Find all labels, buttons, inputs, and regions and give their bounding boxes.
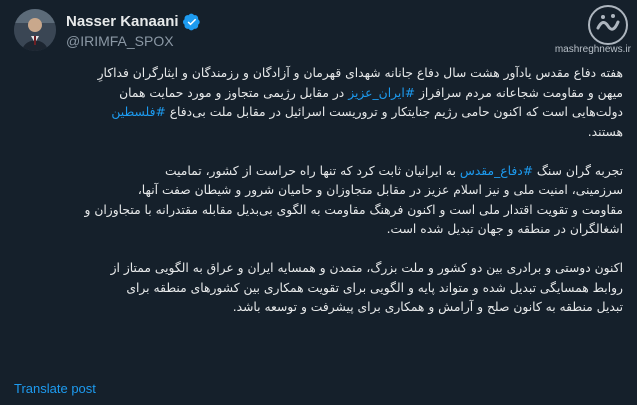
text-line: دولت‌هایی است که اکنون حامی رژیم جنایتکا… xyxy=(14,103,623,123)
text-line: هفته دفاع مقدس یادآور هشت سال دفاع جانان… xyxy=(97,66,623,80)
text-line: تجربه گران سنگ #دفاع_مقدس به ایرانیان ثا… xyxy=(14,162,623,182)
text-segment: دولت‌هایی است که اکنون حامی رژیم جنایتکا… xyxy=(165,105,623,119)
text-line: مقاومت و تقویت اقتدار ملی است و اکنون فر… xyxy=(84,202,624,217)
post-header: Nasser Kanaani @IRIMFA_SPOX xyxy=(14,8,201,52)
text-line: تبدیل منطقه به کانون صلح و آرامش و همکار… xyxy=(232,300,623,314)
text-line: سرزمینی، امنیت ملی و نیز اسلام عزیز در م… xyxy=(137,183,623,197)
avatar-image xyxy=(14,9,56,51)
translate-post-link[interactable]: Translate post xyxy=(14,381,96,396)
text-line: روابط همسایگی تبدیل شده و متواند پایه و … xyxy=(126,280,623,295)
mashregh-logo xyxy=(588,5,628,45)
display-name[interactable]: Nasser Kanaani xyxy=(66,13,179,30)
text-line: اشغالگران در منطقه و جهان تبدیل شده است. xyxy=(386,222,623,236)
post-paragraph-2: تجربه گران سنگ #دفاع_مقدس به ایرانیان ثا… xyxy=(14,162,624,240)
verified-badge-icon xyxy=(182,13,200,30)
text-line: میهن و مقاومت شجاعانه مردم سرافراز #ایرا… xyxy=(119,85,623,100)
hashtag-link[interactable]: #فلسطین xyxy=(111,105,165,119)
text-line: اکنون دوستی و برادری بین دو کشور و ملت ب… xyxy=(110,261,623,275)
avatar[interactable] xyxy=(14,9,56,51)
text-segment: تجربه گران سنگ xyxy=(533,163,623,178)
text-line: هستند. xyxy=(587,124,623,139)
name-row: Nasser Kanaani xyxy=(66,12,201,32)
author-info: Nasser Kanaani @IRIMFA_SPOX xyxy=(66,12,201,49)
post-paragraph-3: اکنون دوستی و برادری بین دو کشور و ملت ب… xyxy=(14,259,623,318)
watermark-url: mashreghnews.ir xyxy=(554,44,631,55)
hashtag-link[interactable]: #ایران_عزیز xyxy=(348,86,415,100)
hashtag-link[interactable]: #دفاع_مقدس xyxy=(460,164,533,178)
handle[interactable]: @IRIMFA_SPOX xyxy=(66,33,201,49)
post-paragraph-1: هفته دفاع مقدس یادآور هشت سال دفاع جانان… xyxy=(14,64,623,142)
text-segment: به ایرانیان ثابت کرد که تنها راه حراست ا… xyxy=(165,163,460,178)
post-text: هفته دفاع مقدس یادآور هشت سال دفاع جانان… xyxy=(14,64,624,337)
